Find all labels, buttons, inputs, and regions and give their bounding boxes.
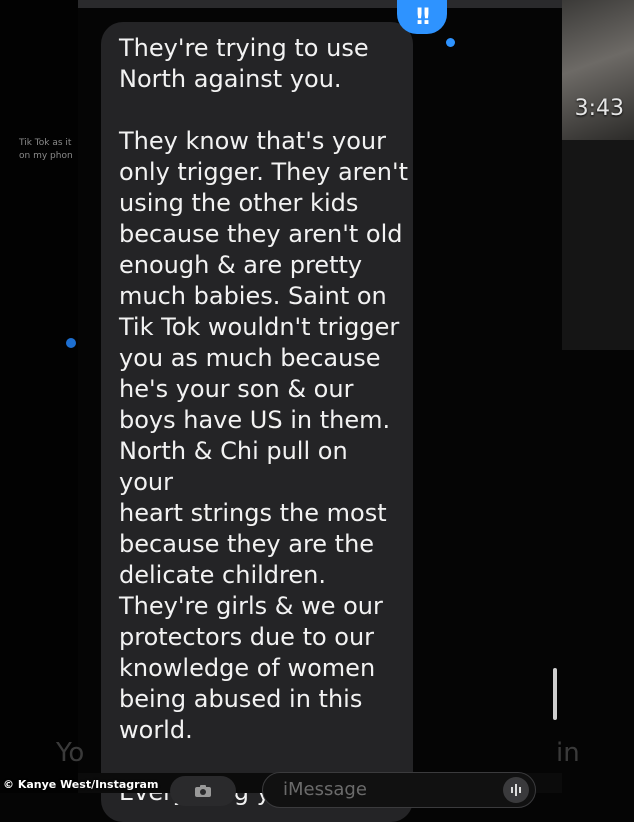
tapback-tail [446, 38, 455, 47]
message-text: They're trying to use North against you.… [119, 34, 408, 806]
photo-credit: © Kanye West/Instagram [3, 778, 159, 791]
audio-waveform-icon[interactable] [503, 777, 529, 803]
background-video-thumbnail: 3:43 [562, 0, 634, 140]
background-right-panel [562, 140, 634, 350]
video-time: 3:43 [574, 96, 624, 121]
background-caption: Tik Tok as it on my phon [19, 138, 73, 161]
message-input[interactable]: iMessage [262, 772, 536, 808]
camera-icon[interactable] [170, 776, 236, 806]
exclamation-tapback-icon[interactable]: ‼ [397, 0, 447, 34]
background-top-strip [78, 0, 562, 8]
background-blue-dot [66, 338, 76, 348]
background-left-panel [0, 0, 78, 793]
background-text-left: Yo [56, 738, 85, 768]
scroll-indicator[interactable] [553, 668, 557, 720]
background-text-right: in [556, 738, 580, 768]
message-input-placeholder: iMessage [283, 779, 367, 800]
